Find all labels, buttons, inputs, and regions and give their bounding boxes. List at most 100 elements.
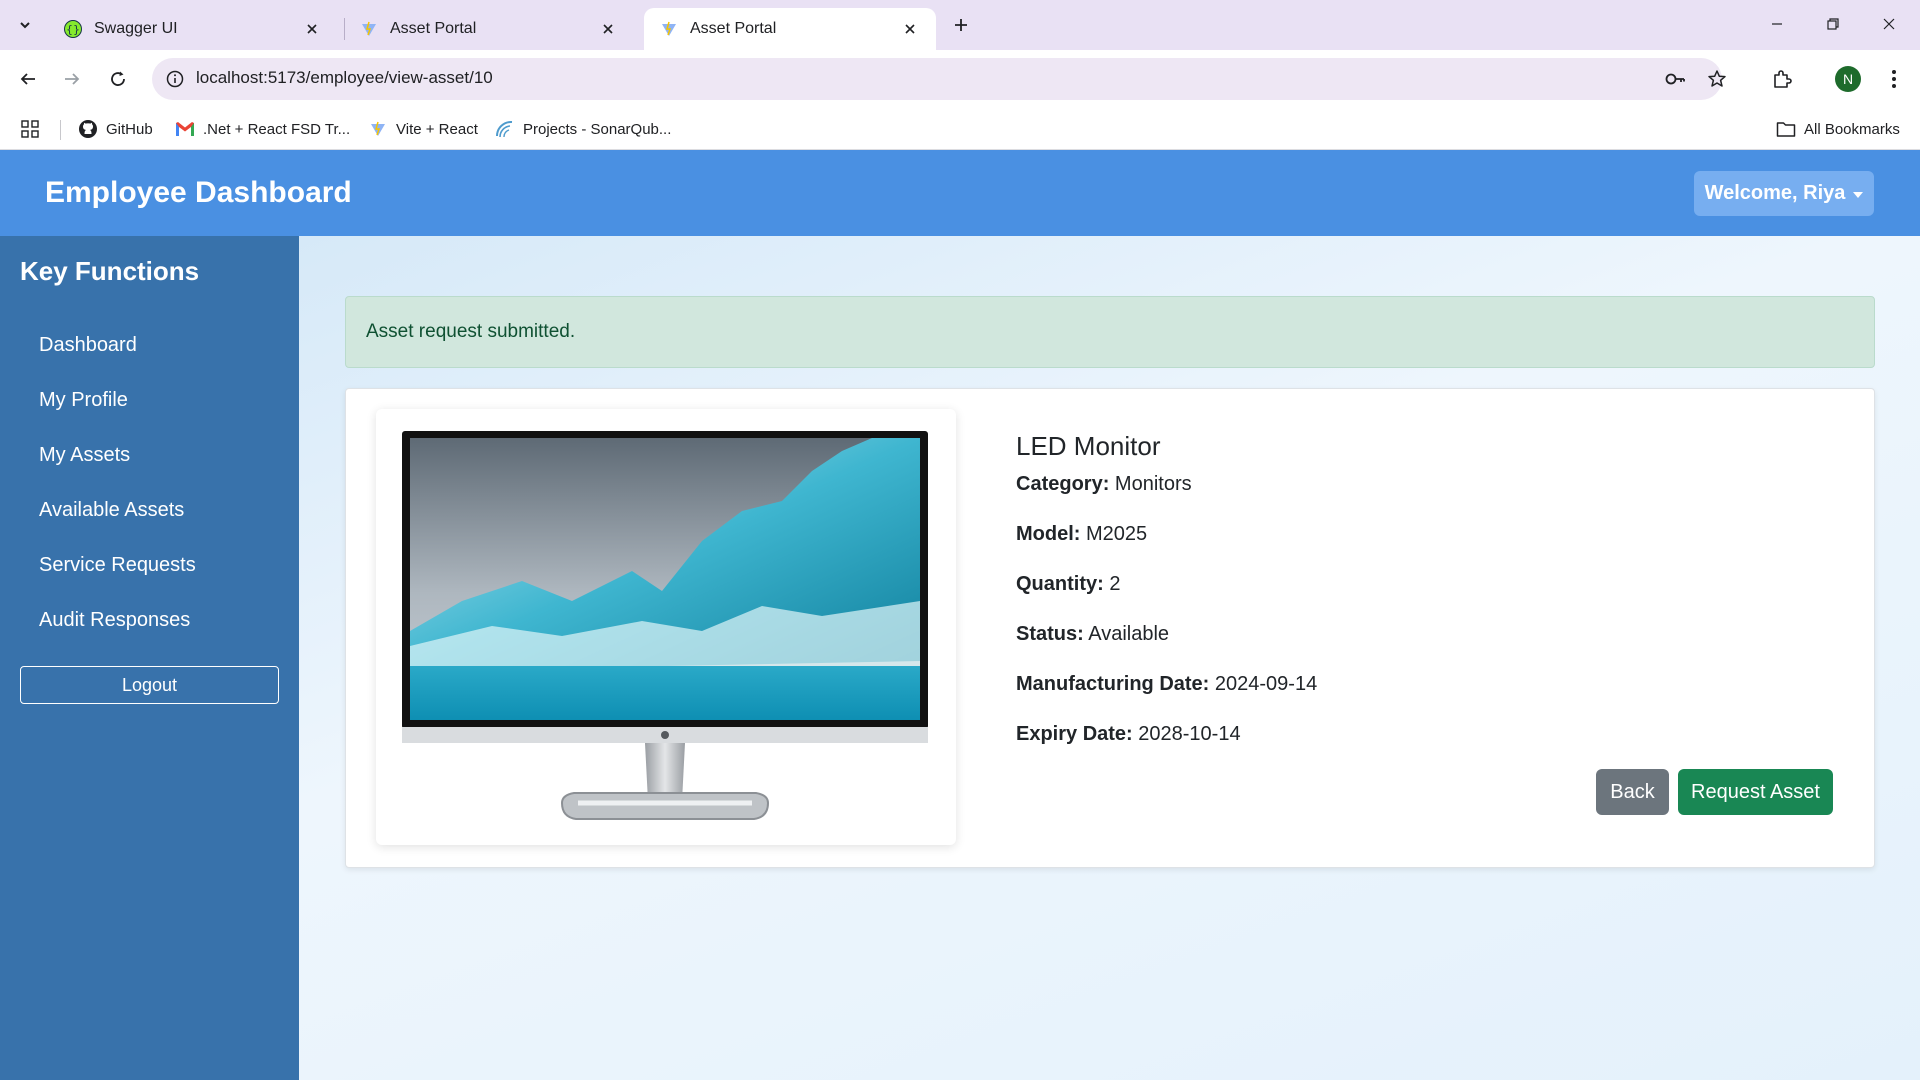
apps-grid-icon [21,120,39,138]
caret-down-icon [1853,191,1864,198]
detail-value: 2024-09-14 [1214,673,1318,695]
browser-menu-button[interactable] [1878,63,1910,95]
back-nav-button[interactable] [12,63,44,95]
address-bar[interactable]: localhost:5173/employee/view-asset/10 [152,58,1726,100]
restore-icon [1827,18,1839,30]
url-text: localhost:5173/employee/view-asset/10 [196,68,493,87]
browser-toolbar: localhost:5173/employee/view-asset/10 N [0,50,1920,108]
detail-manufacturing-date: Manufacturing Date: 2024-09-14 [1016,673,1317,696]
back-button[interactable]: Back [1596,769,1669,815]
detail-quantity: Quantity: 2 [1016,573,1120,596]
tab-title: Swagger UI [94,20,178,37]
swagger-icon: {} [64,20,82,38]
browser-tab-strip: {} Swagger UI Asset Portal Asset Portal [0,0,1920,50]
tab-title: Asset Portal [690,20,777,37]
sidebar-heading: Key Functions [20,256,200,286]
bookmark-star-icon[interactable] [1706,68,1728,90]
led-monitor-image [402,431,928,820]
browser-tab-active[interactable]: Asset Portal [644,8,936,50]
window-close-button[interactable] [1866,6,1912,42]
detail-label: Status: [1016,623,1084,645]
sidebar-item-my-assets[interactable]: My Assets [39,444,130,467]
bookmarks-bar: GitHub .Net + React FSD Tr... Vite + Rea… [0,108,1920,150]
gmail-icon [175,119,195,139]
bookmark-label: .Net + React FSD Tr... [203,120,351,138]
browser-tab[interactable]: Asset Portal [344,8,634,50]
sidebar: Key Functions Dashboard My Profile My As… [0,236,299,1080]
asset-name: LED Monitor [1016,431,1161,461]
welcome-label: Welcome, Riya [1704,182,1846,204]
detail-value: 2028-10-14 [1138,723,1241,745]
sidebar-item-available-assets[interactable]: Available Assets [39,499,184,522]
request-asset-button[interactable]: Request Asset [1678,769,1833,815]
browser-tab[interactable]: {} Swagger UI [48,8,338,50]
detail-status: Status: Available [1016,623,1169,646]
github-icon [78,119,98,139]
vite-icon [368,119,388,139]
detail-model: Model: M2025 [1016,523,1147,546]
user-menu-dropdown[interactable]: Welcome, Riya [1694,171,1874,216]
bookmark-label: Projects - SonarQub... [523,120,672,138]
success-alert: Asset request submitted. [345,296,1875,368]
close-icon[interactable] [598,19,618,39]
bookmark-label: Vite + React [396,120,478,138]
logout-button[interactable]: Logout [20,666,279,704]
detail-label: Category: [1016,473,1110,495]
folder-icon [1776,119,1796,139]
bookmark-sonarqube[interactable]: Projects - SonarQub... [495,116,671,142]
password-key-icon[interactable] [1664,68,1686,90]
sonarqube-icon [495,119,515,139]
reload-icon [111,71,125,86]
page-title: Employee Dashboard [45,176,352,209]
bookmark-github[interactable]: GitHub [78,116,153,142]
plus-icon [955,19,967,31]
minimize-button[interactable] [1754,6,1800,42]
tab-search-button[interactable] [10,10,40,40]
sidebar-item-dashboard[interactable]: Dashboard [39,334,137,357]
new-tab-button[interactable] [946,10,976,40]
detail-label: Model: [1016,523,1081,545]
more-vertical-icon [1892,70,1896,88]
asset-image-card [376,409,956,845]
profile-avatar[interactable]: N [1835,66,1861,92]
alert-message: Asset request submitted. [366,321,576,342]
bookmark-label: All Bookmarks [1804,120,1900,138]
svg-text:{}: {} [66,23,80,36]
detail-value: M2025 [1086,523,1148,545]
puzzle-icon [1774,70,1792,88]
tab-title: Asset Portal [390,20,477,37]
vite-icon [660,20,678,38]
apps-button[interactable] [20,116,40,142]
detail-value: Available [1088,623,1170,645]
detail-expiry-date: Expiry Date: 2028-10-14 [1016,723,1241,746]
bookmark-vite-react[interactable]: Vite + React [368,116,478,142]
minimize-icon [1772,23,1782,25]
reload-button[interactable] [102,63,134,95]
close-icon[interactable] [900,19,920,39]
restore-button[interactable] [1810,6,1856,42]
forward-nav-button[interactable] [56,63,88,95]
app-header: Employee Dashboard Welcome, Riya [0,150,1920,236]
vite-icon [360,20,378,38]
arrow-right-icon [65,73,80,85]
detail-label: Expiry Date: [1016,723,1133,745]
all-bookmarks-button[interactable]: All Bookmarks [1776,116,1900,142]
site-info-icon[interactable] [164,68,186,90]
bookmark-label: GitHub [106,120,153,138]
sidebar-item-my-profile[interactable]: My Profile [39,389,128,412]
detail-value: Monitors [1114,473,1192,495]
close-icon [1883,18,1895,30]
asset-detail-card: LED Monitor Category: Monitors Model: M2… [345,388,1875,868]
bookmark-divider [60,120,61,140]
sidebar-item-service-requests[interactable]: Service Requests [39,554,196,577]
detail-label: Manufacturing Date: [1016,673,1210,695]
main-content: Asset request submitted. LED Monitor Cat… [299,236,1920,1080]
close-icon[interactable] [302,19,322,39]
extensions-button[interactable] [1766,63,1798,95]
arrow-left-icon [20,73,35,85]
detail-label: Quantity: [1016,573,1104,595]
detail-value: 2 [1109,573,1121,595]
bookmark-dotnet-react[interactable]: .Net + React FSD Tr... [175,116,350,142]
sidebar-item-audit-responses[interactable]: Audit Responses [39,609,190,632]
detail-category: Category: Monitors [1016,473,1192,496]
